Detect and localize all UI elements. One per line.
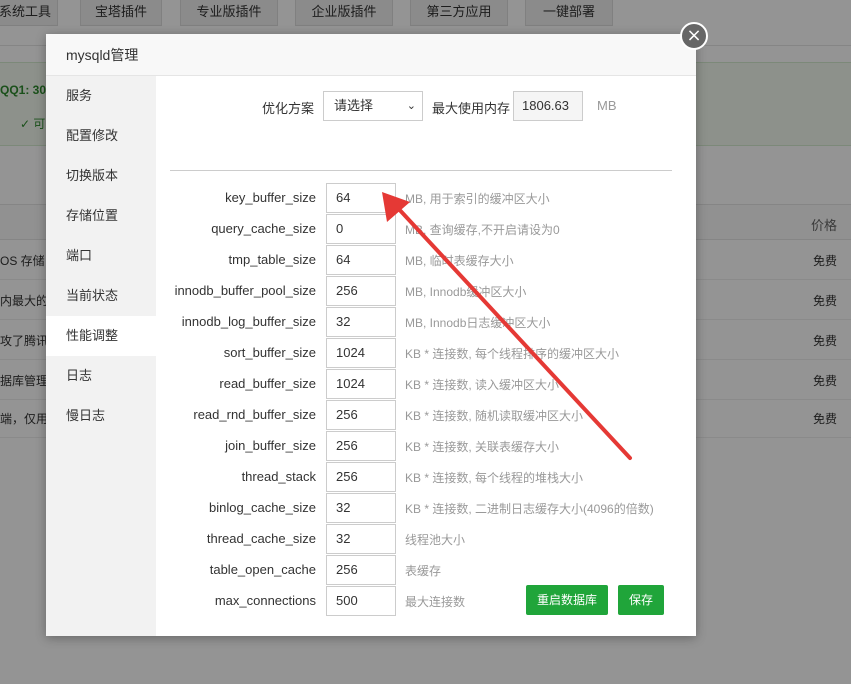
param-label: key_buffer_size [225, 190, 316, 205]
table-open-cache-input[interactable]: 256 [326, 555, 396, 585]
param-row-binlog-cache-size: binlog_cache_size 32 KB * 连接数, 二进制日志缓存大小… [156, 493, 696, 524]
param-label: innodb_log_buffer_size [181, 314, 316, 329]
param-row-query-cache-size: query_cache_size 0 MB, 查询缓存,不开启请设为0 [156, 214, 696, 245]
query-cache-size-input[interactable]: 0 [326, 214, 396, 244]
param-label: tmp_table_size [228, 252, 316, 267]
param-row-join-buffer-size: join_buffer_size 256 KB * 连接数, 关联表缓存大小 [156, 431, 696, 462]
read-rnd-buffer-size-input[interactable]: 256 [326, 400, 396, 430]
dialog-sidebar: 服务 配置修改 切换版本 存储位置 端口 当前状态 性能调整 日志 慢日志 [46, 76, 156, 636]
thread-cache-size-input[interactable]: 32 [326, 524, 396, 554]
max-memory-label: 最大使用内存 [432, 101, 511, 116]
param-row-key-buffer-size: key_buffer_size 64 MB, 用于索引的缓冲区大小 [156, 183, 696, 214]
param-row-read-rnd-buffer-size: read_rnd_buffer_size 256 KB * 连接数, 随机读取缓… [156, 400, 696, 431]
param-row-table-open-cache: table_open_cache 256 表缓存 [156, 555, 696, 586]
param-desc: KB * 连接数, 随机读取缓冲区大小 [405, 409, 584, 423]
sidebar-item-config[interactable]: 配置修改 [46, 116, 156, 156]
param-row-thread-stack: thread_stack 256 KB * 连接数, 每个线程的堆栈大小 [156, 462, 696, 493]
param-desc: 最大连接数 [405, 595, 466, 609]
innodb-buffer-pool-size-input[interactable]: 256 [326, 276, 396, 306]
param-desc: KB * 连接数, 二进制日志缓存大小(4096的倍数) [405, 502, 654, 516]
param-label: join_buffer_size [225, 438, 316, 453]
binlog-cache-size-input[interactable]: 32 [326, 493, 396, 523]
optimize-select[interactable]: 请选择 ⌄ [323, 91, 423, 121]
performance-panel: 优化方案 请选择 ⌄ 最大使用内存 1806.63 MB key_buffer_… [156, 76, 696, 636]
sidebar-item-port[interactable]: 端口 [46, 236, 156, 276]
close-icon[interactable]: × [680, 22, 708, 50]
save-button[interactable]: 保存 [618, 585, 664, 615]
sidebar-item-status[interactable]: 当前状态 [46, 276, 156, 316]
param-desc: MB, Innodb缓冲区大小 [405, 285, 527, 299]
param-desc: 表缓存 [405, 564, 442, 578]
param-label: sort_buffer_size [223, 345, 316, 360]
optimize-label: 优化方案 [261, 101, 314, 116]
sidebar-item-service[interactable]: 服务 [46, 76, 156, 116]
param-label: max_connections [214, 593, 316, 608]
thread-stack-input[interactable]: 256 [326, 462, 396, 492]
param-label: innodb_buffer_pool_size [174, 283, 316, 298]
param-row-sort-buffer-size: sort_buffer_size 1024 KB * 连接数, 每个线程排序的缓… [156, 338, 696, 369]
sidebar-item-log[interactable]: 日志 [46, 356, 156, 396]
max-memory-unit: MB [597, 98, 617, 113]
param-row-thread-cache-size: thread_cache_size 32 线程池大小 [156, 524, 696, 555]
restart-database-button[interactable]: 重启数据库 [526, 585, 608, 615]
sidebar-item-switch-version[interactable]: 切换版本 [46, 156, 156, 196]
param-label: query_cache_size [211, 221, 316, 236]
tmp-table-size-input[interactable]: 64 [326, 245, 396, 275]
param-label: read_rnd_buffer_size [193, 407, 316, 422]
sidebar-item-slow-log[interactable]: 慢日志 [46, 396, 156, 436]
param-row-tmp-table-size: tmp_table_size 64 MB, 临时表缓存大小 [156, 245, 696, 276]
chevron-down-icon: ⌄ [406, 100, 416, 112]
divider [170, 170, 672, 171]
mysqld-manager-dialog: mysqld管理 服务 配置修改 切换版本 存储位置 端口 当前状态 性能调整 … [46, 34, 696, 636]
sort-buffer-size-input[interactable]: 1024 [326, 338, 396, 368]
param-label: table_open_cache [209, 562, 316, 577]
join-buffer-size-input[interactable]: 256 [326, 431, 396, 461]
param-desc: KB * 连接数, 读入缓冲区大小 [405, 378, 560, 392]
param-desc: KB * 连接数, 每个线程的堆栈大小 [405, 471, 584, 485]
key-buffer-size-input[interactable]: 64 [326, 183, 396, 213]
param-label: binlog_cache_size [209, 500, 316, 515]
max-memory-value: 1806.63 [513, 91, 583, 121]
param-label: thread_stack [241, 469, 316, 484]
innodb-log-buffer-size-input[interactable]: 32 [326, 307, 396, 337]
param-desc: KB * 连接数, 每个线程排序的缓冲区大小 [405, 347, 620, 361]
dialog-title: mysqld管理 [46, 34, 696, 76]
param-row-max-connections: max_connections 500 最大连接数 [156, 586, 696, 617]
param-desc: MB, 查询缓存,不开启请设为0 [405, 223, 560, 237]
optimize-select-value: 请选择 [334, 98, 374, 113]
param-row-read-buffer-size: read_buffer_size 1024 KB * 连接数, 读入缓冲区大小 [156, 369, 696, 400]
param-label: thread_cache_size [206, 531, 316, 546]
param-desc: 线程池大小 [405, 533, 466, 547]
read-buffer-size-input[interactable]: 1024 [326, 369, 396, 399]
param-row-innodb-buffer-pool-size: innodb_buffer_pool_size 256 MB, Innodb缓冲… [156, 276, 696, 307]
param-desc: MB, Innodb日志缓冲区大小 [405, 316, 551, 330]
param-desc: MB, 用于索引的缓冲区大小 [405, 192, 550, 206]
param-row-innodb-log-buffer-size: innodb_log_buffer_size 32 MB, Innodb日志缓冲… [156, 307, 696, 338]
max-connections-input[interactable]: 500 [326, 586, 396, 616]
param-desc: MB, 临时表缓存大小 [405, 254, 514, 268]
sidebar-item-storage[interactable]: 存储位置 [46, 196, 156, 236]
param-desc: KB * 连接数, 关联表缓存大小 [405, 440, 560, 454]
sidebar-item-performance[interactable]: 性能调整 [46, 316, 156, 356]
param-label: read_buffer_size [219, 376, 316, 391]
